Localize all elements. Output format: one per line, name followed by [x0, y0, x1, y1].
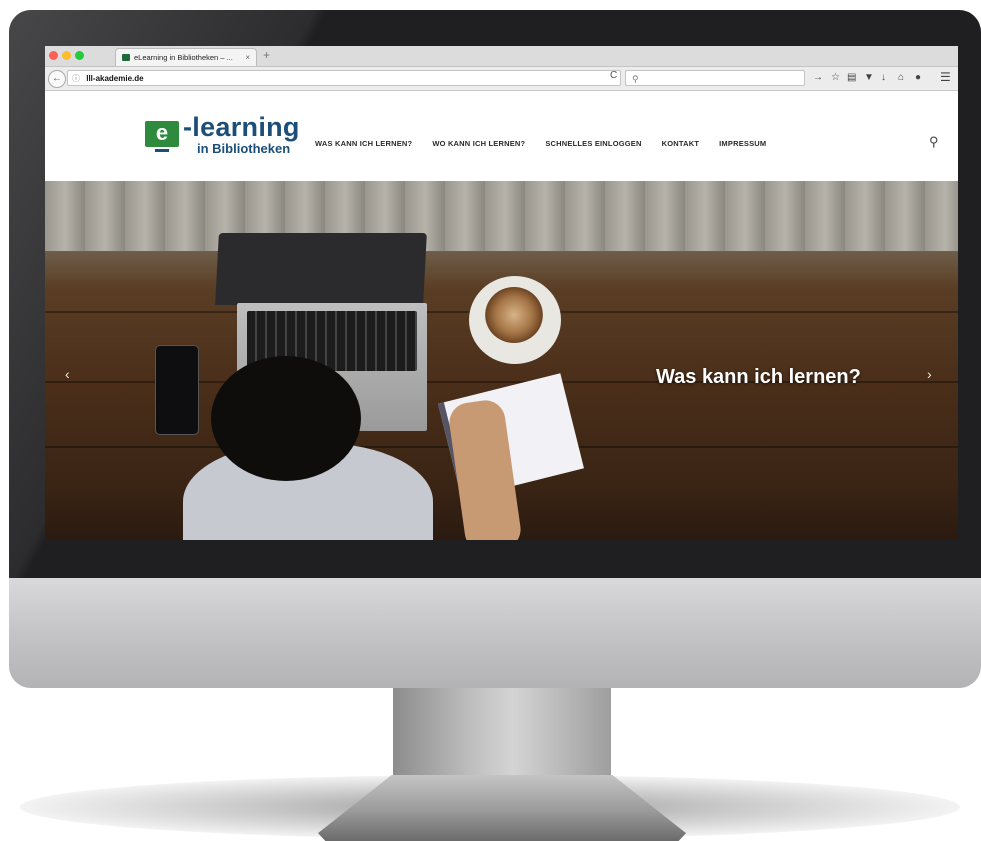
- hero-caption[interactable]: Was kann ich lernen?: [656, 366, 861, 389]
- home-icon[interactable]: ⌂: [898, 72, 904, 83]
- star-icon[interactable]: ☆: [831, 72, 840, 83]
- chat-icon[interactable]: ●: [915, 72, 921, 83]
- minimize-window-button[interactable]: [62, 51, 71, 60]
- nav-item-wo-kann-ich-lernen[interactable]: WO KANN ICH LERNEN?: [432, 139, 525, 148]
- zoom-window-button[interactable]: [75, 51, 84, 60]
- slider-next-arrow-icon[interactable]: ›: [927, 366, 932, 382]
- menu-icon[interactable]: ☰: [940, 70, 951, 84]
- monitor-frame: eLearning in Bibliotheken – ... × + ← ⓘ …: [9, 10, 981, 688]
- monitor-stand-neck: [393, 685, 611, 780]
- site-header: e -learning in Bibliotheken WAS KANN ICH…: [45, 91, 958, 181]
- hero-person-head: [211, 356, 361, 481]
- hero-phone: [155, 345, 199, 435]
- reload-icon[interactable]: C: [610, 70, 617, 81]
- nav-item-impressum[interactable]: IMPRESSUM: [719, 139, 766, 148]
- site-favicon-icon: [122, 54, 130, 61]
- nav-item-was-kann-ich-lernen[interactable]: WAS KANN ICH LERNEN?: [315, 139, 412, 148]
- nav-item-kontakt[interactable]: KONTAKT: [662, 139, 700, 148]
- slider-prev-arrow-icon[interactable]: ‹: [65, 366, 70, 382]
- tab-title: eLearning in Bibliotheken – ...: [134, 53, 233, 62]
- close-window-button[interactable]: [49, 51, 58, 60]
- hero-coffee-cup: [485, 287, 543, 343]
- pocket-icon[interactable]: ▼: [864, 72, 874, 83]
- logo-subtitle: in Bibliotheken: [197, 141, 291, 156]
- browser-search-input[interactable]: ⚲: [625, 70, 805, 86]
- tab-close-icon[interactable]: ×: [245, 53, 250, 62]
- forward-arrow-icon[interactable]: →: [813, 72, 823, 83]
- address-bar[interactable]: ⓘ lll-akademie.de: [67, 70, 621, 86]
- monitor-chin: [9, 578, 981, 688]
- url-text: lll-akademie.de: [86, 74, 144, 83]
- hero-slider: Was kann ich lernen? ‹ ›: [45, 181, 958, 540]
- browser-tab[interactable]: eLearning in Bibliotheken – ... ×: [115, 48, 257, 66]
- nav-item-schnelles-einloggen[interactable]: SCHNELLES EINLOGGEN: [545, 139, 641, 148]
- hero-background-railing: [45, 181, 958, 251]
- search-icon: ⚲: [632, 74, 639, 84]
- browser-toolbar: ← ⓘ lll-akademie.de C ⚲ → ☆ ▤ ▼ ↓ ⌂ ● ☰: [45, 67, 958, 91]
- logo-stand: [155, 149, 169, 152]
- tab-bar: eLearning in Bibliotheken – ... × +: [45, 46, 958, 67]
- download-icon[interactable]: ↓: [881, 72, 886, 83]
- screen: eLearning in Bibliotheken – ... × + ← ⓘ …: [45, 46, 958, 540]
- reader-icon[interactable]: ▤: [847, 72, 856, 83]
- site-info-icon[interactable]: ⓘ: [72, 74, 80, 83]
- main-navigation: WAS KANN ICH LERNEN? WO KANN ICH LERNEN?…: [315, 139, 766, 148]
- logo-title: -learning: [183, 112, 300, 142]
- back-button[interactable]: ←: [48, 70, 66, 88]
- site-search-icon[interactable]: ⚲: [929, 134, 939, 150]
- hero-laptop-screen: [215, 233, 427, 305]
- new-tab-button[interactable]: +: [263, 48, 270, 62]
- logo-mark: e: [145, 121, 179, 147]
